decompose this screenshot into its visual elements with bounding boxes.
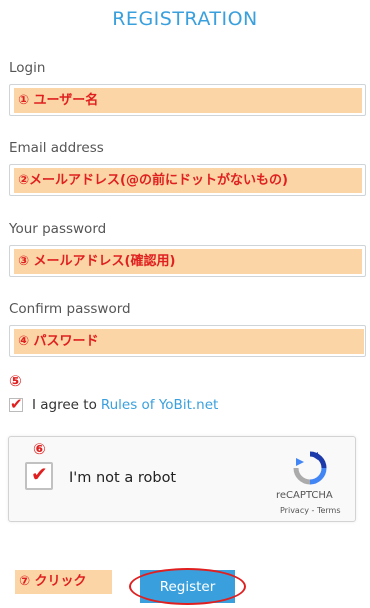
page-title: REGISTRATION (112, 8, 258, 30)
agree-text: I agree to (32, 397, 97, 413)
recaptcha-widget: ⑥ ✔ I'm not a robot reCAPTCHA Privacy - … (8, 436, 356, 522)
password-input[interactable]: ③ メールアドレス(確認用) (9, 245, 366, 277)
password-annotation: ③ メールアドレス(確認用) (14, 249, 362, 274)
recaptcha-checkbox[interactable]: ✔ (25, 462, 53, 490)
agree-checkbox[interactable]: ✔ (9, 395, 23, 413)
confirm-password-label: Confirm password (9, 301, 131, 317)
password-label: Your password (9, 221, 107, 237)
confirm-password-input[interactable]: ④ パスワード (9, 325, 366, 357)
click-annotation: ⑦ クリック (15, 570, 112, 594)
login-label: Login (9, 60, 46, 76)
agree-row: ✔ I agree to Rules of YoBit.net (9, 395, 218, 414)
login-input[interactable]: ① ユーザー名 (9, 84, 366, 116)
recaptcha-logo-icon (293, 451, 327, 485)
email-annotation: ②メールアドレス(@の前にドットがないもの) (14, 168, 362, 193)
check-icon: ✔ (31, 462, 48, 486)
register-button[interactable]: Register (140, 570, 235, 603)
login-annotation: ① ユーザー名 (14, 88, 362, 113)
rules-link[interactable]: Rules of YoBit.net (101, 397, 218, 413)
email-input[interactable]: ②メールアドレス(@の前にドットがないもの) (9, 164, 366, 196)
email-label: Email address (9, 140, 104, 156)
recaptcha-brand: reCAPTCHA (276, 490, 333, 501)
recaptcha-terms[interactable]: Privacy - Terms (280, 506, 341, 515)
recaptcha-label: I'm not a robot (69, 470, 177, 486)
confirm-password-annotation: ④ パスワード (14, 329, 364, 354)
step-5-marker: ⑤ (9, 372, 22, 390)
step-6-marker: ⑥ (33, 440, 46, 458)
check-icon: ✔ (10, 395, 23, 413)
